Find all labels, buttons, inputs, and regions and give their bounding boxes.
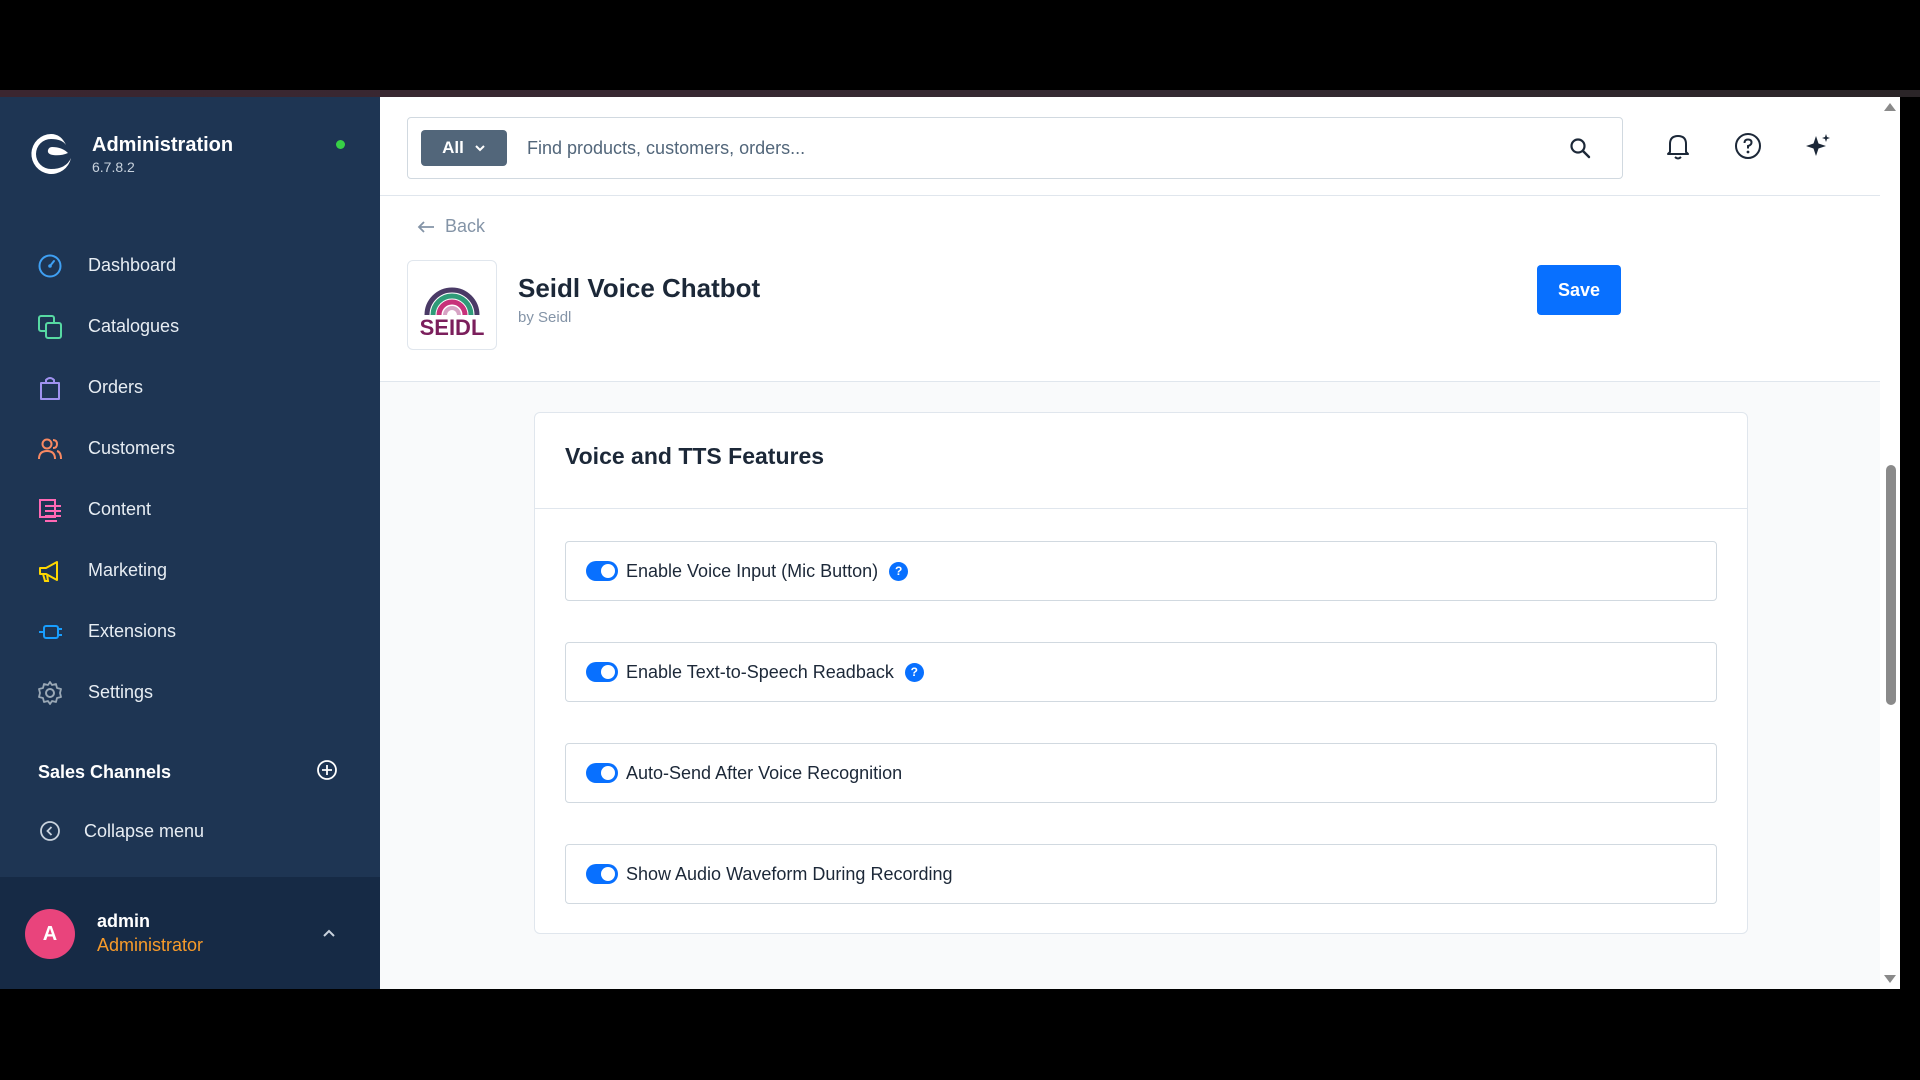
save-button[interactable]: Save [1537, 265, 1621, 315]
catalogue-icon [36, 313, 64, 341]
brand[interactable]: Administration 6.7.8.2 [28, 131, 233, 177]
search-type-label: All [442, 138, 464, 157]
user-role: Administrator [97, 935, 204, 955]
brand-version: 6.7.8.2 [92, 158, 135, 175]
field-enable-voice-input: Enable Voice Input (Mic Button) ? [565, 541, 1717, 601]
plugin-header: Back SEIDL Seidl Voice Chatbot by Seidl … [380, 196, 1900, 382]
field-label: Enable Voice Input (Mic Button) [626, 560, 879, 581]
sparkles-icon[interactable] [1803, 131, 1833, 161]
help-icon[interactable]: ? [889, 561, 909, 581]
card-divider [535, 508, 1747, 509]
shopping-bag-icon [36, 374, 64, 402]
main-content: All Back [380, 97, 1900, 989]
sidebar-item-label: Settings [88, 682, 154, 702]
sidebar-item-label: Extensions [88, 621, 177, 641]
admin-app: Administration 6.7.8.2 Dashboard Catalog… [0, 97, 1920, 989]
field-label: Auto-Send After Voice Recognition [626, 762, 903, 783]
sidebar-item-label: Dashboard [88, 255, 177, 275]
user-menu[interactable]: A admin Administrator [0, 877, 380, 989]
page-title: Seidl Voice Chatbot [518, 273, 761, 303]
main-nav: Dashboard Catalogues Orders Customers Co… [0, 235, 380, 723]
window-top-strip [0, 90, 1920, 97]
chevron-up-icon[interactable] [320, 925, 338, 948]
sidebar-item-orders[interactable]: Orders [0, 357, 380, 418]
audio-waveform-toggle[interactable] [586, 864, 618, 884]
sidebar-item-label: Marketing [88, 560, 168, 580]
field-auto-send: Auto-Send After Voice Recognition [565, 743, 1717, 803]
global-search: All [407, 117, 1623, 179]
search-input[interactable] [525, 136, 1568, 160]
chevron-left-circle-icon [38, 819, 62, 843]
sidebar-item-dashboard[interactable]: Dashboard [0, 235, 380, 296]
plug-icon [36, 618, 64, 646]
sidebar-item-label: Orders [88, 377, 144, 397]
scroll-up-arrow-icon[interactable] [1884, 103, 1896, 111]
plugin-logo: SEIDL [407, 260, 497, 350]
collapse-menu-label: Collapse menu [84, 820, 205, 841]
content-icon [36, 496, 64, 524]
brand-title: Administration [92, 133, 234, 156]
plugin-logo-text: SEIDL [420, 315, 485, 340]
scroll-down-arrow-icon[interactable] [1884, 975, 1896, 983]
sales-channels-label: Sales Channels [38, 762, 172, 782]
field-label: Show Audio Waveform During Recording [626, 863, 953, 884]
sidebar-item-label: Catalogues [88, 316, 180, 336]
scrollbar-thumb[interactable] [1886, 465, 1896, 705]
sidebar-item-settings[interactable]: Settings [0, 662, 380, 723]
sidebar-item-content[interactable]: Content [0, 479, 380, 540]
voice-tts-card: Voice and TTS Features Enable Voice Inpu… [534, 412, 1748, 934]
enable-tts-toggle[interactable] [586, 662, 618, 682]
search-type-dropdown[interactable]: All [421, 130, 507, 166]
sidebar-item-catalogues[interactable]: Catalogues [0, 296, 380, 357]
gear-icon [36, 679, 64, 707]
field-label: Enable Text-to-Speech Readback [626, 661, 894, 682]
vertical-scrollbar[interactable] [1880, 97, 1900, 989]
sidebar-item-marketing[interactable]: Marketing [0, 540, 380, 601]
add-sales-channel-icon[interactable] [316, 759, 338, 786]
sidebar-item-label: Content [88, 499, 152, 519]
search-icon[interactable] [1568, 136, 1592, 160]
auto-send-toggle[interactable] [586, 763, 618, 783]
field-enable-tts: Enable Text-to-Speech Readback ? [565, 642, 1717, 702]
field-audio-waveform: Show Audio Waveform During Recording [565, 844, 1717, 904]
help-icon[interactable]: ? [904, 662, 924, 682]
sidebar-item-label: Customers [88, 438, 176, 458]
sidebar: Administration 6.7.8.2 Dashboard Catalog… [0, 97, 380, 989]
bell-icon[interactable] [1663, 131, 1693, 161]
plugin-author: by Seidl [518, 309, 572, 326]
enable-voice-input-toggle[interactable] [586, 561, 618, 581]
sidebar-item-extensions[interactable]: Extensions [0, 601, 380, 662]
help-circle-icon[interactable] [1733, 131, 1763, 161]
sidebar-item-customers[interactable]: Customers [0, 418, 380, 479]
top-header: All [380, 97, 1900, 196]
user-name: admin [97, 911, 151, 931]
avatar: A [25, 909, 75, 959]
arrow-left-icon [417, 220, 434, 233]
card-title: Voice and TTS Features [565, 443, 825, 469]
back-label: Back [445, 216, 486, 236]
chevron-down-icon [475, 145, 485, 152]
shopware-logo-icon [31, 134, 71, 174]
back-link[interactable]: Back [417, 216, 485, 237]
megaphone-icon [36, 557, 64, 585]
users-icon [36, 435, 64, 463]
gauge-icon [36, 252, 64, 280]
collapse-menu-button[interactable]: Collapse menu [38, 819, 204, 843]
status-indicator [336, 140, 345, 149]
sales-channels-header: Sales Channels [38, 759, 338, 786]
